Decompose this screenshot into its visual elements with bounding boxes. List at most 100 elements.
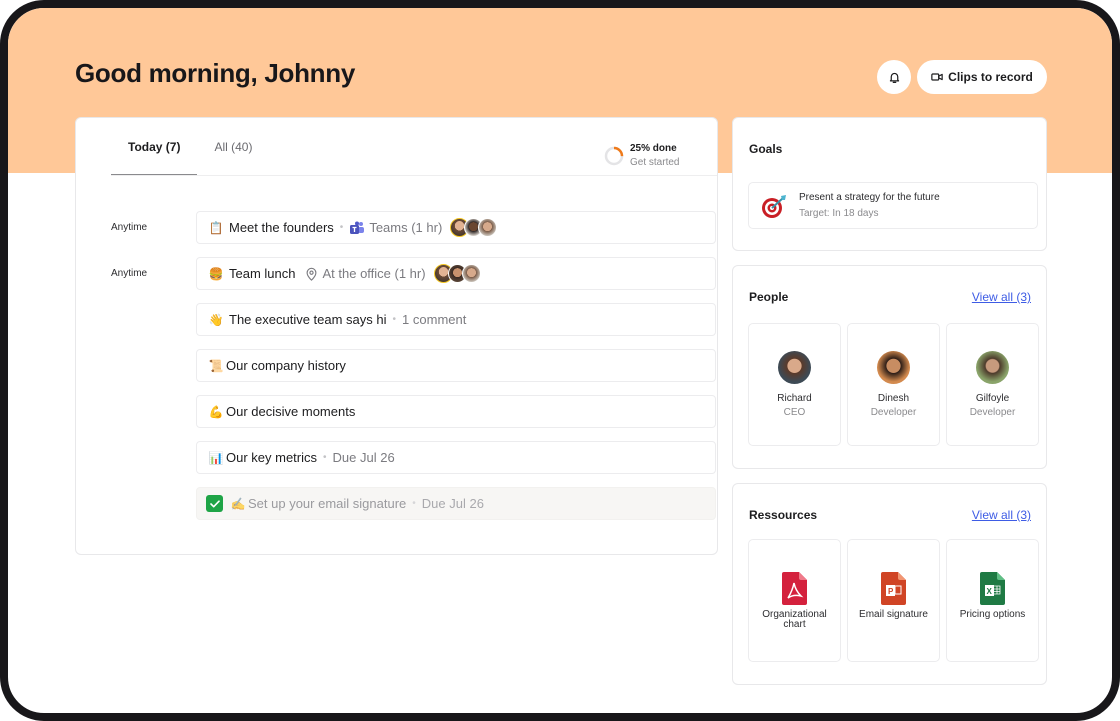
resource-email-signature[interactable]: P Email signature <box>847 539 940 662</box>
goal-item[interactable]: Present a strategy for the future Target… <box>748 182 1038 229</box>
tab-all[interactable]: All (40) <box>197 118 269 176</box>
task-title: Our decisive moments <box>226 404 356 419</box>
task-row: ✍️ Set up your email signature • Due Jul… <box>76 487 719 533</box>
tasks-panel: Today (7) All (40) 25% done Get started … <box>75 117 718 555</box>
person-name: Richard <box>777 393 812 404</box>
avatar <box>877 351 910 384</box>
task-title: The executive team says hi <box>229 312 387 327</box>
avatar <box>778 351 811 384</box>
progress-label: 25% done <box>630 143 677 154</box>
svg-text:P: P <box>888 587 894 596</box>
clips-button-label: Clips to record <box>948 70 1033 84</box>
excel-file-icon: X <box>980 572 1005 605</box>
resource-name: Organizational chart <box>762 609 827 630</box>
svg-text:X: X <box>987 587 993 596</box>
task-title: Our company history <box>226 358 346 373</box>
bar-chart-icon: 📊 <box>208 450 224 465</box>
task-meta: At the office (1 hr) <box>322 266 426 281</box>
tasks-tabs: Today (7) All (40) <box>111 118 269 176</box>
task-meta: Teams (1 hr) <box>369 220 443 235</box>
bell-icon <box>889 72 899 83</box>
task-row: Anytime 🍔 Team lunch At the office (1 hr… <box>76 257 719 303</box>
goal-target: Target: In 18 days <box>799 207 879 219</box>
location-pin-icon <box>305 267 318 281</box>
flexed-biceps-icon: 💪 <box>208 404 224 419</box>
progress-indicator[interactable]: 25% done Get started <box>604 142 679 170</box>
people-view-all-link[interactable]: View all (3) <box>972 290 1031 304</box>
resources-panel: Ressources View all (3) Organizational c… <box>732 483 1047 685</box>
person-name: Gilfoyle <box>975 393 1010 404</box>
people-list: Richard CEO Dinesh Developer Gilfoyle De… <box>748 323 1039 446</box>
waving-hand-icon: 👋 <box>208 312 224 327</box>
resource-pricing-options[interactable]: X Pricing options <box>946 539 1039 662</box>
avatar <box>976 351 1009 384</box>
resource-name: Email signature <box>859 609 928 620</box>
person-role: Developer <box>969 407 1016 418</box>
task-title: Team lunch <box>229 266 296 281</box>
task-title: Set up your email signature <box>248 496 407 511</box>
goal-name: Present a strategy for the future <box>799 191 940 203</box>
target-dart-icon <box>749 193 799 219</box>
task-row: 📜 Our company history <box>76 349 719 395</box>
resource-name: Pricing options <box>959 609 1026 620</box>
resource-organizational-chart[interactable]: Organizational chart <box>748 539 841 662</box>
attendee-avatars[interactable] <box>433 264 481 283</box>
person-name: Dinesh <box>877 393 910 404</box>
task-row: 💪 Our decisive moments <box>76 395 719 441</box>
burger-icon: 🍔 <box>208 266 224 281</box>
task-title: Our key metrics <box>226 450 318 465</box>
person-card-dinesh[interactable]: Dinesh Developer <box>847 323 940 446</box>
task-team-lunch[interactable]: 🍔 Team lunch At the office (1 hr) <box>196 257 716 290</box>
video-camera-icon <box>931 73 943 81</box>
people-title: People <box>749 290 789 304</box>
powerpoint-file-icon: P <box>881 572 906 605</box>
scroll-icon: 📜 <box>208 358 224 373</box>
microsoft-teams-icon <box>349 221 365 235</box>
notifications-button[interactable] <box>877 60 911 94</box>
person-role: CEO <box>783 407 806 418</box>
goals-panel: Goals Present a strategy for the future … <box>732 117 1047 251</box>
task-key-metrics[interactable]: 📊 Our key metrics • Due Jul 26 <box>196 441 716 474</box>
task-title: Meet the founders <box>229 220 334 235</box>
progress-ring <box>604 146 624 166</box>
person-card-gilfoyle[interactable]: Gilfoyle Developer <box>946 323 1039 446</box>
page-title: Good morning, Johnny <box>75 58 355 88</box>
clips-to-record-button[interactable]: Clips to record <box>917 60 1047 94</box>
person-role: Developer <box>870 407 917 418</box>
people-panel: People View all (3) Richard CEO Dinesh D… <box>732 265 1047 469</box>
task-time: Anytime <box>111 222 148 233</box>
task-row: Anytime 📋 Meet the founders • Teams (1 h… <box>76 211 719 257</box>
clipboard-icon: 📋 <box>208 220 224 235</box>
resources-list: Organizational chart P Email signature X <box>748 539 1039 662</box>
task-row: 📊 Our key metrics • Due Jul 26 <box>76 441 719 487</box>
tabs-divider <box>111 175 717 176</box>
separator-dot: • <box>339 222 344 233</box>
goals-title: Goals <box>749 142 783 156</box>
avatar <box>461 264 481 283</box>
avatar <box>478 218 498 237</box>
tab-today[interactable]: Today (7) <box>111 118 198 176</box>
separator-dot: • <box>412 498 416 509</box>
pdf-file-icon <box>782 572 807 605</box>
separator-dot: • <box>323 452 327 463</box>
task-due-date: Due Jul 26 <box>421 496 484 511</box>
task-row: 👋 The executive team says hi • 1 comment <box>76 303 719 349</box>
resources-view-all-link[interactable]: View all (3) <box>972 508 1031 522</box>
get-started-link[interactable]: Get started <box>630 156 679 170</box>
task-email-signature[interactable]: ✍️ Set up your email signature • Due Jul… <box>196 487 716 520</box>
task-company-history[interactable]: 📜 Our company history <box>196 349 716 382</box>
app-window: Good morning, Johnny Clips to record Tod… <box>0 0 1120 721</box>
task-list: Anytime 📋 Meet the founders • Teams (1 h… <box>76 211 719 533</box>
task-executive-team-says-hi[interactable]: 👋 The executive team says hi • 1 comment <box>196 303 716 336</box>
task-due-date: Due Jul 26 <box>332 450 395 465</box>
resources-title: Ressources <box>749 508 818 522</box>
writing-hand-icon: ✍️ <box>230 496 246 511</box>
task-checkbox[interactable] <box>206 495 223 512</box>
person-card-richard[interactable]: Richard CEO <box>748 323 841 446</box>
attendee-avatars[interactable] <box>450 218 498 237</box>
task-decisive-moments[interactable]: 💪 Our decisive moments <box>196 395 716 428</box>
task-meet-the-founders[interactable]: 📋 Meet the founders • Teams (1 hr) <box>196 211 716 244</box>
checkmark-icon <box>209 499 220 507</box>
task-time: Anytime <box>111 268 148 279</box>
separator-dot: • <box>392 314 397 325</box>
